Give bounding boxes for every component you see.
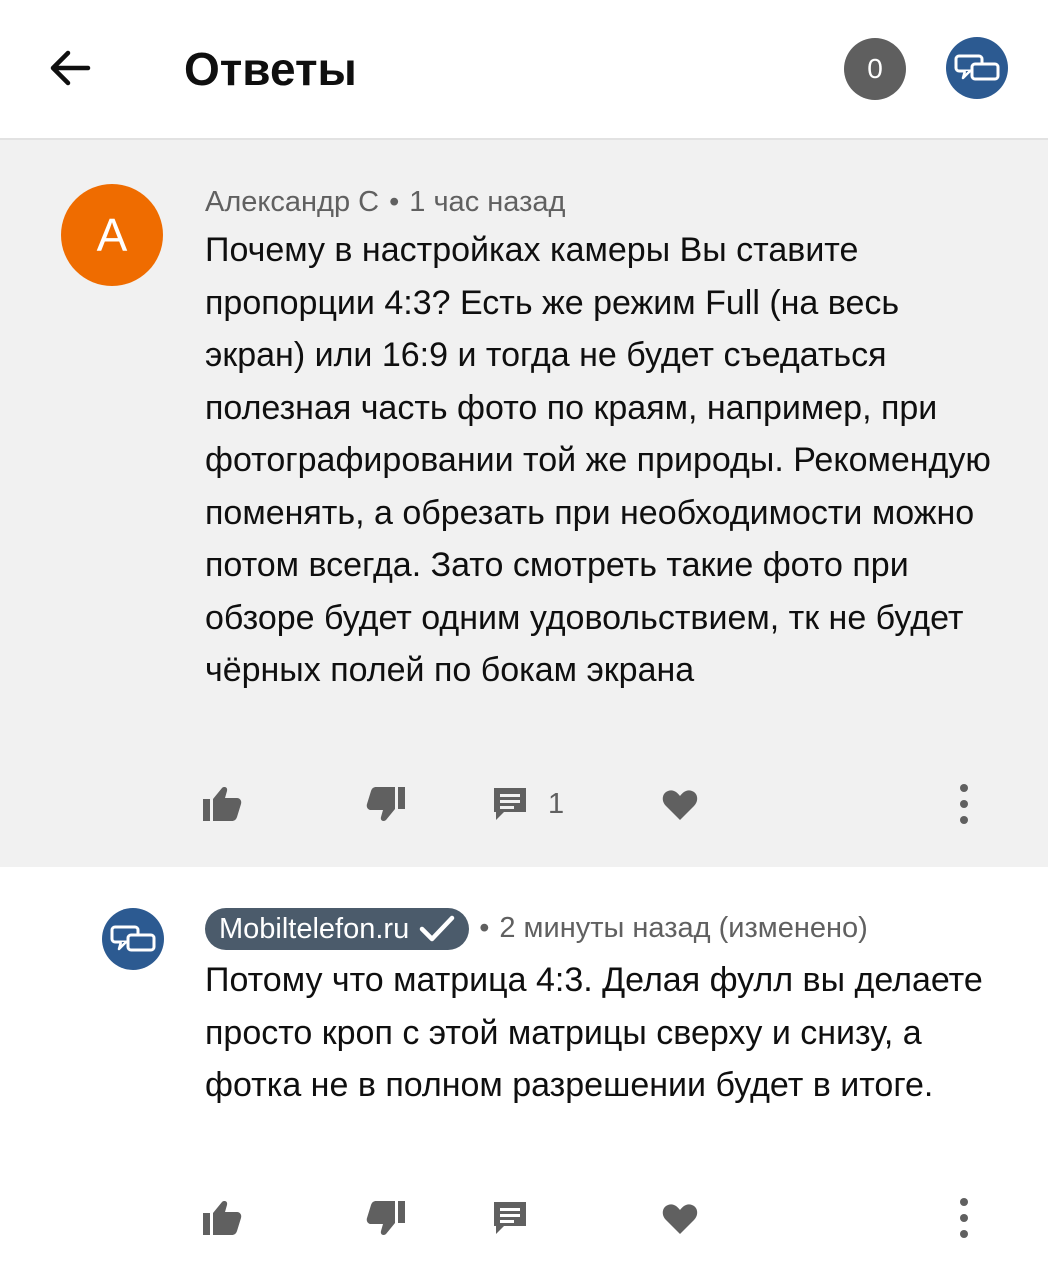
reply-time: 2 минуты назад (изменено) <box>499 912 868 944</box>
chat-bubbles-icon <box>110 925 156 952</box>
comment-actions: 1 <box>0 774 1048 834</box>
notification-count-badge[interactable]: 0 <box>844 38 906 100</box>
reply-text: Потому что матрица 4:3. Делая фулл вы де… <box>205 961 983 1104</box>
avatar[interactable]: A <box>61 184 163 286</box>
page-title: Ответы <box>184 43 357 95</box>
back-button[interactable] <box>44 42 96 94</box>
reply-comment: Mobiltelefon.ru • 2 минуты назад (изменен… <box>0 868 1048 1280</box>
comment-icon <box>494 1202 526 1234</box>
meta-separator: • <box>479 912 490 944</box>
reply-meta: Mobiltelefon.ru • 2 минуты назад (изменен… <box>205 908 868 951</box>
thumbs-down-icon <box>366 787 405 821</box>
top-app-bar: Ответы 0 <box>0 0 1048 140</box>
comment-text: Почему в настройках камеры Вы ставите пр… <box>205 231 991 689</box>
thumbs-up-icon <box>203 1201 242 1235</box>
heart-button[interactable] <box>660 774 700 834</box>
reply-count: 1 <box>548 787 565 820</box>
heart-button[interactable] <box>660 1188 700 1248</box>
comment-time: 1 час назад <box>409 186 566 218</box>
chat-bubbles-icon <box>954 54 1000 81</box>
like-button[interactable] <box>200 774 244 834</box>
comment-meta: Александр С • 1 час назад <box>205 182 565 222</box>
like-button[interactable] <box>200 1188 244 1248</box>
verified-check-icon <box>419 916 455 942</box>
dislike-button[interactable] <box>364 1188 408 1248</box>
more-options-button[interactable] <box>948 1188 980 1248</box>
account-avatar[interactable] <box>946 37 1008 99</box>
thumbs-down-icon <box>366 1201 405 1235</box>
more-vertical-icon <box>960 784 968 824</box>
heart-icon <box>662 1204 698 1234</box>
dislike-button[interactable] <box>364 774 408 834</box>
replies-button[interactable]: 1 <box>490 774 564 834</box>
comment-icon <box>494 788 526 820</box>
more-options-button[interactable] <box>948 774 980 834</box>
comment: A Александр С • 1 час назад Почему в настр… <box>0 140 1048 867</box>
meta-separator: • <box>389 186 400 218</box>
avatar[interactable] <box>102 908 164 970</box>
more-vertical-icon <box>960 1198 968 1238</box>
author-chip[interactable]: Mobiltelefon.ru <box>205 908 470 951</box>
arrow-left-icon <box>50 50 91 86</box>
comment-author[interactable]: Александр С <box>205 186 379 218</box>
reply-button[interactable] <box>490 1188 530 1248</box>
heart-icon <box>662 790 698 820</box>
reply-actions <box>0 1188 1048 1248</box>
thumbs-up-icon <box>203 787 242 821</box>
reply-author: Mobiltelefon.ru <box>219 913 410 946</box>
